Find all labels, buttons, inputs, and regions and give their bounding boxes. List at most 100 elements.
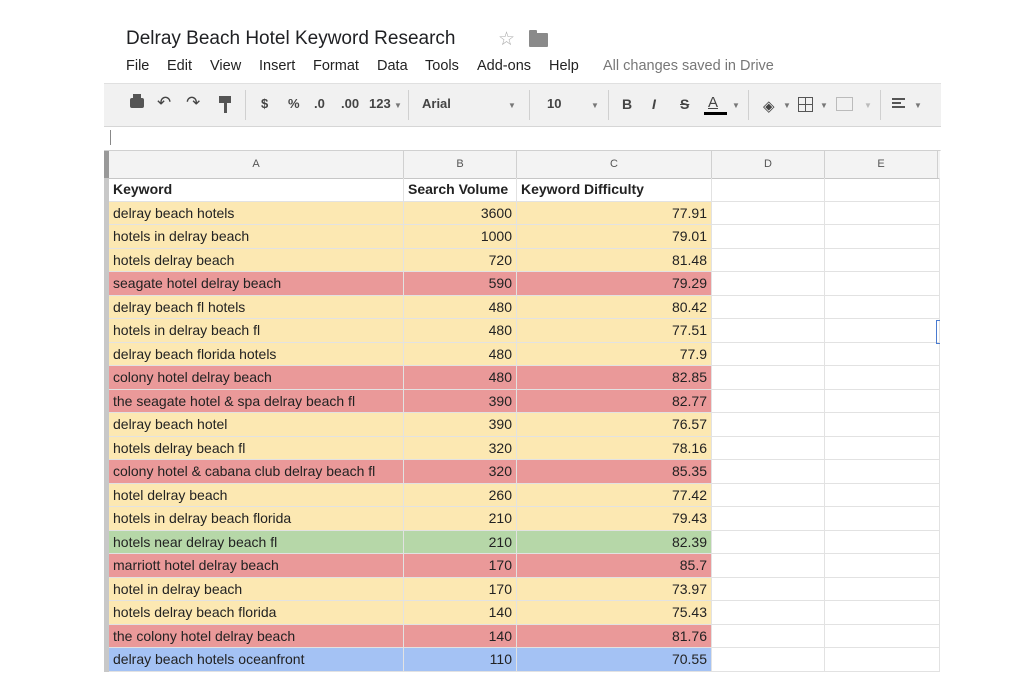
- keyword-difficulty-cell[interactable]: 79.29: [517, 272, 712, 296]
- chevron-down-icon[interactable]: ▼: [864, 101, 872, 110]
- empty-cell[interactable]: [825, 342, 940, 366]
- column-header-a[interactable]: A: [109, 151, 404, 178]
- chevron-down-icon[interactable]: ▼: [783, 101, 791, 110]
- keyword-cell[interactable]: hotels in delray beach: [109, 225, 404, 249]
- empty-cell[interactable]: [712, 648, 825, 672]
- keyword-cell[interactable]: delray beach florida hotels: [109, 342, 404, 366]
- column-header-c[interactable]: C: [517, 151, 712, 178]
- decrease-decimals-button[interactable]: .0: [314, 96, 325, 111]
- search-volume-cell[interactable]: 260: [404, 483, 517, 507]
- keyword-cell[interactable]: colony hotel delray beach: [109, 366, 404, 390]
- keyword-difficulty-cell[interactable]: 85.7: [517, 554, 712, 578]
- search-volume-cell[interactable]: 480: [404, 342, 517, 366]
- chevron-down-icon[interactable]: ▼: [820, 101, 828, 110]
- header-cell-search-volume[interactable]: Search Volume: [404, 178, 517, 202]
- menu-file[interactable]: File: [126, 58, 149, 74]
- empty-cell[interactable]: [712, 601, 825, 625]
- empty-cell[interactable]: [825, 436, 940, 460]
- empty-cell[interactable]: [712, 577, 825, 601]
- empty-cell[interactable]: [825, 483, 940, 507]
- chevron-down-icon[interactable]: ▼: [732, 101, 740, 110]
- keyword-difficulty-cell[interactable]: 78.16: [517, 436, 712, 460]
- empty-cell[interactable]: [712, 460, 825, 484]
- empty-cell[interactable]: [712, 295, 825, 319]
- empty-cell[interactable]: [825, 507, 940, 531]
- empty-cell[interactable]: [712, 225, 825, 249]
- align-left-icon[interactable]: [892, 98, 905, 110]
- search-volume-cell[interactable]: 590: [404, 272, 517, 296]
- keyword-cell[interactable]: hotel delray beach: [109, 483, 404, 507]
- search-volume-cell[interactable]: 110: [404, 648, 517, 672]
- bold-button[interactable]: B: [622, 96, 632, 112]
- empty-cell[interactable]: [712, 413, 825, 437]
- column-header-b[interactable]: B: [404, 151, 517, 178]
- keyword-difficulty-cell[interactable]: 82.39: [517, 530, 712, 554]
- menu-edit[interactable]: Edit: [167, 58, 192, 74]
- empty-cell[interactable]: [825, 319, 940, 343]
- keyword-difficulty-cell[interactable]: 77.9: [517, 342, 712, 366]
- keyword-cell[interactable]: hotels delray beach fl: [109, 436, 404, 460]
- empty-cell[interactable]: [825, 248, 940, 272]
- empty-cell[interactable]: [825, 577, 940, 601]
- keyword-difficulty-cell[interactable]: 77.91: [517, 201, 712, 225]
- empty-cell[interactable]: [712, 272, 825, 296]
- font-size-select[interactable]: 10: [547, 96, 561, 111]
- empty-cell[interactable]: [825, 648, 940, 672]
- keyword-cell[interactable]: delray beach fl hotels: [109, 295, 404, 319]
- keyword-cell[interactable]: hotels delray beach florida: [109, 601, 404, 625]
- more-formats-button[interactable]: 123: [369, 96, 391, 111]
- chevron-down-icon[interactable]: ▼: [914, 101, 922, 110]
- search-volume-cell[interactable]: 390: [404, 389, 517, 413]
- search-volume-cell[interactable]: 480: [404, 366, 517, 390]
- paint-format-icon[interactable]: [219, 96, 231, 113]
- menu-add-ons[interactable]: Add-ons: [477, 58, 531, 74]
- keyword-cell[interactable]: the seagate hotel & spa delray beach fl: [109, 389, 404, 413]
- menu-help[interactable]: Help: [549, 58, 579, 74]
- redo-icon[interactable]: ↷: [186, 93, 200, 113]
- keyword-difficulty-cell[interactable]: 80.42: [517, 295, 712, 319]
- empty-cell[interactable]: [712, 178, 825, 202]
- search-volume-cell[interactable]: 3600: [404, 201, 517, 225]
- currency-format-button[interactable]: $: [261, 96, 268, 111]
- empty-cell[interactable]: [825, 413, 940, 437]
- keyword-cell[interactable]: the colony hotel delray beach: [109, 624, 404, 648]
- keyword-difficulty-cell[interactable]: 79.43: [517, 507, 712, 531]
- keyword-difficulty-cell[interactable]: 75.43: [517, 601, 712, 625]
- keyword-cell[interactable]: hotels in delray beach florida: [109, 507, 404, 531]
- search-volume-cell[interactable]: 170: [404, 554, 517, 578]
- keyword-difficulty-cell[interactable]: 77.42: [517, 483, 712, 507]
- header-cell-keyword-difficulty[interactable]: Keyword Difficulty: [517, 178, 712, 202]
- keyword-cell[interactable]: hotel in delray beach: [109, 577, 404, 601]
- column-header-e[interactable]: E: [825, 151, 938, 178]
- italic-button[interactable]: I: [652, 96, 656, 112]
- star-icon[interactable]: ☆: [498, 28, 515, 51]
- chevron-down-icon[interactable]: ▼: [591, 101, 599, 110]
- empty-cell[interactable]: [712, 624, 825, 648]
- chevron-down-icon[interactable]: ▼: [508, 101, 516, 110]
- search-volume-cell[interactable]: 720: [404, 248, 517, 272]
- empty-cell[interactable]: [825, 201, 940, 225]
- keyword-difficulty-cell[interactable]: 85.35: [517, 460, 712, 484]
- percent-format-button[interactable]: %: [288, 96, 300, 111]
- merge-cells-icon[interactable]: [836, 97, 853, 111]
- folder-icon[interactable]: [529, 30, 548, 47]
- empty-cell[interactable]: [825, 295, 940, 319]
- menu-tools[interactable]: Tools: [425, 58, 459, 74]
- chevron-down-icon[interactable]: ▼: [394, 101, 402, 110]
- empty-cell[interactable]: [825, 601, 940, 625]
- keyword-cell[interactable]: marriott hotel delray beach: [109, 554, 404, 578]
- empty-cell[interactable]: [712, 389, 825, 413]
- keyword-difficulty-cell[interactable]: 76.57: [517, 413, 712, 437]
- keyword-cell[interactable]: hotels delray beach: [109, 248, 404, 272]
- column-header-d[interactable]: D: [712, 151, 825, 178]
- menu-insert[interactable]: Insert: [259, 58, 295, 74]
- keyword-cell[interactable]: delray beach hotels: [109, 201, 404, 225]
- keyword-difficulty-cell[interactable]: 77.51: [517, 319, 712, 343]
- search-volume-cell[interactable]: 480: [404, 319, 517, 343]
- search-volume-cell[interactable]: 320: [404, 460, 517, 484]
- search-volume-cell[interactable]: 480: [404, 295, 517, 319]
- empty-cell[interactable]: [825, 178, 940, 202]
- empty-cell[interactable]: [825, 624, 940, 648]
- empty-cell[interactable]: [825, 366, 940, 390]
- empty-cell[interactable]: [712, 248, 825, 272]
